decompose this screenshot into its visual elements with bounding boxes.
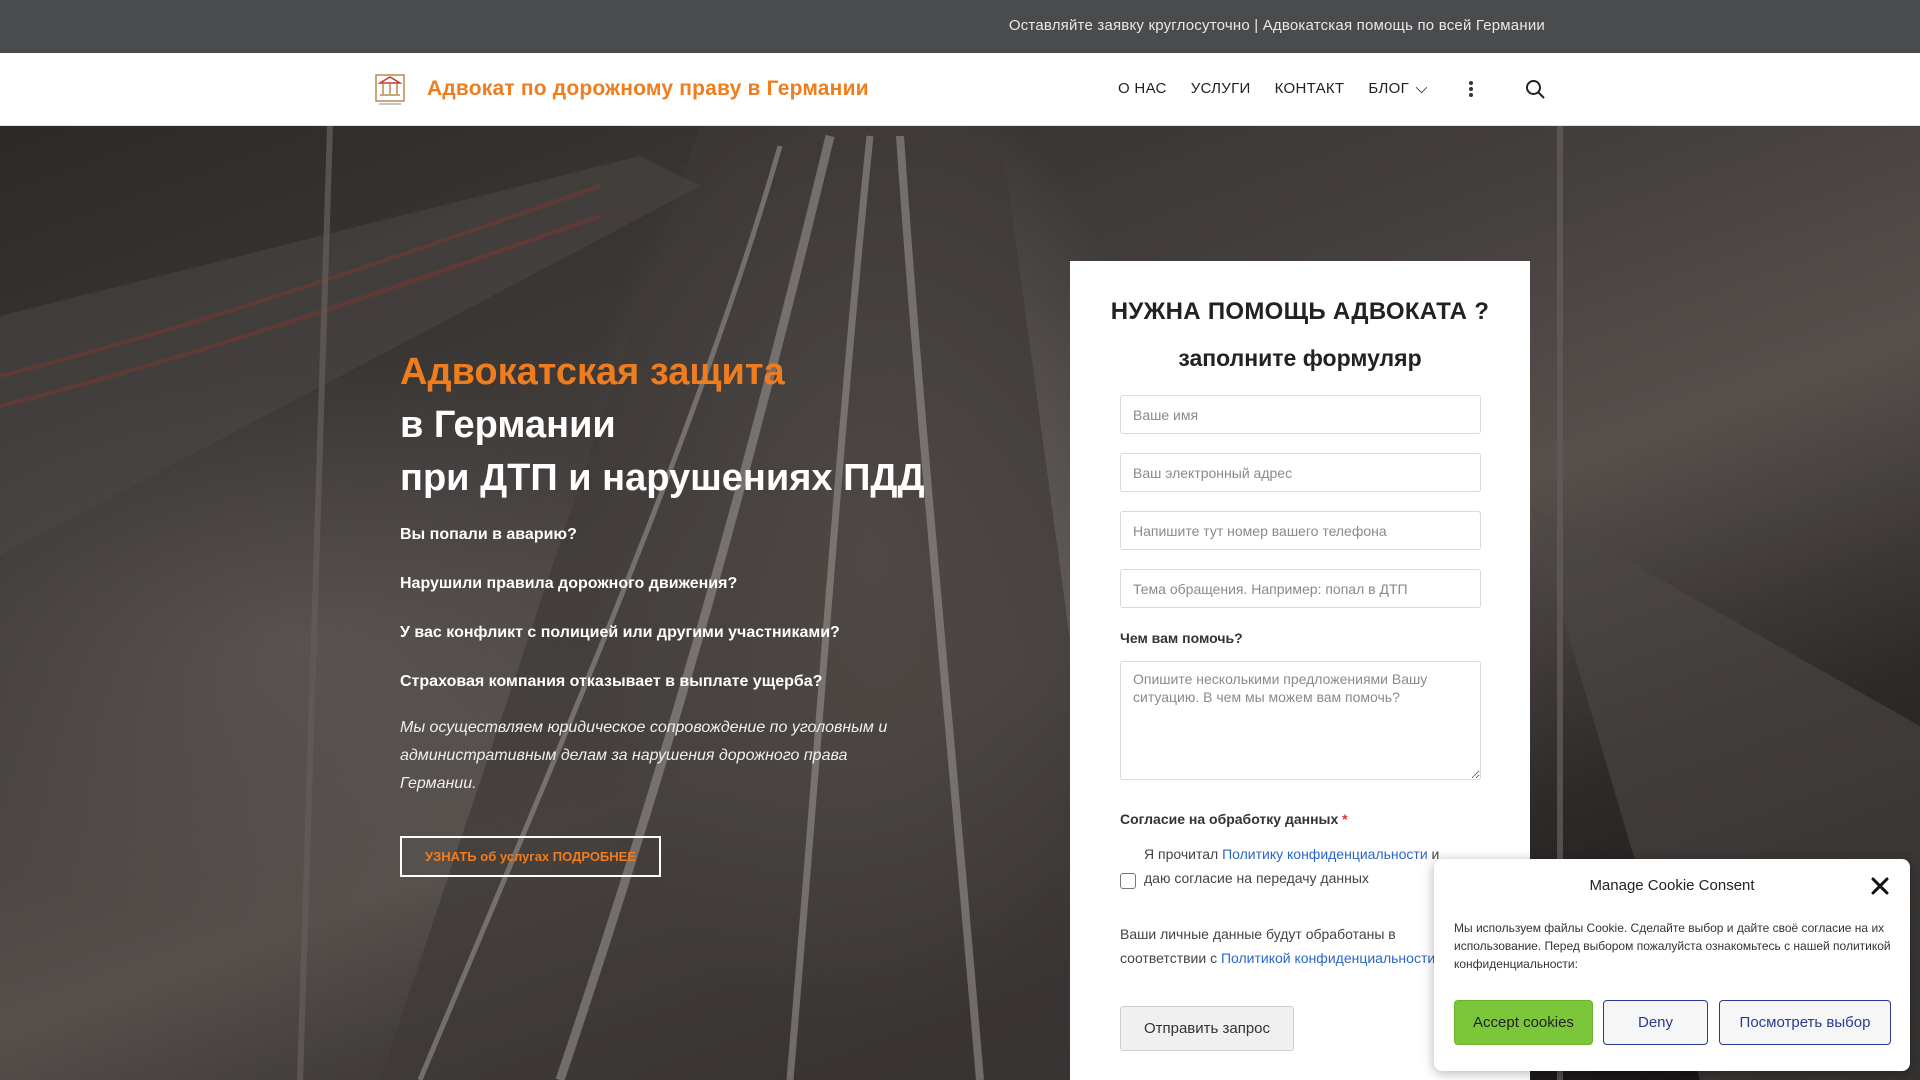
hero-question: Нарушили правила дорожного движения? — [400, 575, 738, 592]
submit-request-button[interactable]: Отправить запрос — [1120, 1006, 1294, 1051]
hero-question: У вас конфликт с полицией или другими уч… — [400, 624, 840, 641]
phone-input[interactable] — [1120, 511, 1481, 550]
consent-text: Я прочитал Политику конфиденциальности и… — [1144, 842, 1444, 890]
consent-label: Согласие на обработку данных * — [1120, 811, 1348, 827]
privacy-note-link[interactable]: Политикой конфиденциальности — [1221, 950, 1435, 966]
form-title: НУЖНА ПОМОЩЬ АДВОКАТА ? — [1110, 298, 1490, 325]
view-preferences-button[interactable]: Посмотреть выбор — [1719, 1000, 1891, 1045]
name-input[interactable] — [1120, 395, 1481, 434]
consent-text-before: Я прочитал — [1144, 846, 1223, 862]
hero-question: Вы попали в аварию? — [400, 526, 577, 543]
cookie-dialog-title: Manage Cookie Consent — [1589, 877, 1755, 894]
site-header: Адвокат по дорожному праву в Германии О … — [0, 53, 1920, 126]
nav-item-services[interactable]: УСЛУГИ — [1191, 80, 1251, 97]
help-label: Чем вам помочь? — [1120, 630, 1243, 646]
form-subtitle: заполните формуляр — [1178, 345, 1422, 371]
nav-item-blog[interactable]: БЛОГ — [1368, 80, 1428, 97]
required-mark: * — [1342, 811, 1348, 827]
cookie-dialog-text: Мы используем файлы Cookie. Сделайте выб… — [1454, 921, 1891, 971]
privacy-policy-link[interactable]: Политику конфиденциальности — [1222, 846, 1428, 862]
search-icon[interactable] — [1525, 79, 1545, 99]
chevron-down-icon — [1415, 81, 1428, 93]
nav-item-label: О НАС — [1118, 80, 1167, 97]
nav-item-contact[interactable]: КОНТАКТ — [1275, 80, 1345, 97]
main-nav: О НАС УСЛУГИ КОНТАКТ БЛОГ — [1118, 80, 1450, 97]
accept-cookies-button[interactable]: Accept cookies — [1454, 1000, 1593, 1045]
nav-item-label: КОНТАКТ — [1274, 80, 1345, 97]
hero-questions: Вы попали в аварию? Нарушили правила дор… — [400, 519, 920, 697]
hero-title-accent: Адвокатская защита — [400, 351, 785, 393]
cookie-consent-dialog: Manage Cookie Consent Мы используем файл… — [1434, 859, 1910, 1071]
nav-item-about[interactable]: О НАС — [1118, 80, 1167, 97]
hero-title-line-3: при ДТП и нарушениях ПДД — [400, 457, 925, 499]
subject-input[interactable] — [1120, 569, 1481, 608]
law-firm-logo-icon[interactable] — [373, 69, 407, 107]
top-bar-message: Оставляйте заявку круглосуточно | Адвока… — [1008, 17, 1545, 34]
site-title[interactable]: Адвокат по дорожному праву в Германии — [427, 77, 869, 101]
top-info-bar: Оставляйте заявку круглосуточно | Адвока… — [0, 0, 1920, 53]
deny-cookies-button[interactable]: Deny — [1603, 1000, 1708, 1045]
consent-label-text: Согласие на обработку данных — [1120, 811, 1339, 827]
learn-more-button[interactable]: УЗНАТЬ об услугах ПОДРОБНЕЕ — [400, 836, 662, 877]
hero-question: Страховая компания отказывает в выплате … — [400, 673, 823, 690]
nav-item-label: УСЛУГИ — [1190, 80, 1251, 97]
close-icon[interactable] — [1870, 876, 1890, 896]
message-textarea[interactable] — [1120, 661, 1481, 780]
vertical-dots-icon[interactable] — [1466, 79, 1476, 101]
hero-content: Адвокатская защита в Германии при ДТП и … — [400, 346, 925, 877]
privacy-note: Ваши личные данные будут обработаны в со… — [1120, 922, 1480, 970]
email-input[interactable] — [1120, 453, 1481, 492]
nav-item-label: БЛОГ — [1368, 80, 1410, 97]
hero-description: Мы осуществляем юридическое сопровождени… — [400, 719, 888, 792]
hero-title-line-2: в Германии — [400, 404, 616, 446]
consent-checkbox[interactable] — [1120, 873, 1136, 889]
